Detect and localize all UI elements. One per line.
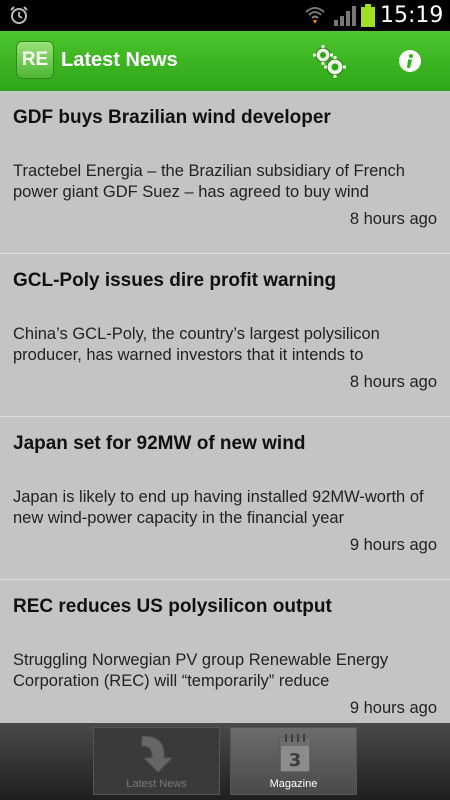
- settings-icon[interactable]: [312, 44, 346, 78]
- news-snippet: China’s GCL-Poly, the country’s largest …: [13, 325, 380, 364]
- news-timestamp: 8 hours ago: [349, 210, 437, 228]
- news-snippet: Japan is likely to end up having install…: [13, 488, 424, 527]
- news-timestamp: 9 hours ago: [349, 699, 437, 717]
- bottom-tab-bar: Latest News 3 Magazine: [0, 723, 450, 800]
- news-list: GDF buys Brazilian wind developer Tracte…: [0, 91, 450, 723]
- news-snippet: Tractebel Energia – the Brazilian subsid…: [13, 162, 405, 201]
- action-bar: RE Latest News: [0, 31, 450, 91]
- news-title: Japan set for 92MW of new wind: [13, 433, 306, 454]
- news-snippet: Struggling Norwegian PV group Renewable …: [13, 651, 389, 690]
- news-title: REC reduces US polysilicon output: [13, 596, 332, 617]
- down-arrow-icon: [141, 735, 174, 773]
- news-title: GCL-Poly issues dire profit warning: [13, 270, 337, 291]
- news-timestamp: 8 hours ago: [349, 373, 437, 391]
- news-timestamp: 9 hours ago: [349, 536, 437, 554]
- page-title: Latest News: [61, 49, 178, 71]
- app-logo: RE: [16, 41, 54, 79]
- tab-label: Latest News: [126, 778, 187, 790]
- news-item[interactable]: GCL-Poly issues dire profit warning Chin…: [0, 254, 450, 417]
- wifi-icon: [305, 7, 325, 24]
- calendar-icon: 3: [279, 734, 311, 773]
- status-bar: 15:19: [0, 0, 450, 31]
- news-item[interactable]: REC reduces US polysilicon output Strugg…: [0, 580, 450, 723]
- alarm-icon: [10, 6, 28, 24]
- battery-icon: [361, 4, 375, 27]
- tab-magazine[interactable]: 3 Magazine: [230, 727, 357, 795]
- tab-latest-news[interactable]: Latest News: [93, 727, 220, 795]
- tab-label: Magazine: [269, 778, 318, 790]
- calendar-day: 3: [289, 750, 302, 771]
- news-item[interactable]: GDF buys Brazilian wind developer Tracte…: [0, 91, 450, 254]
- clock: 15:19: [380, 3, 444, 28]
- news-title: GDF buys Brazilian wind developer: [13, 107, 331, 128]
- news-item[interactable]: Japan set for 92MW of new wind Japan is …: [0, 417, 450, 580]
- info-icon[interactable]: [398, 49, 422, 73]
- signal-icon: [334, 6, 356, 26]
